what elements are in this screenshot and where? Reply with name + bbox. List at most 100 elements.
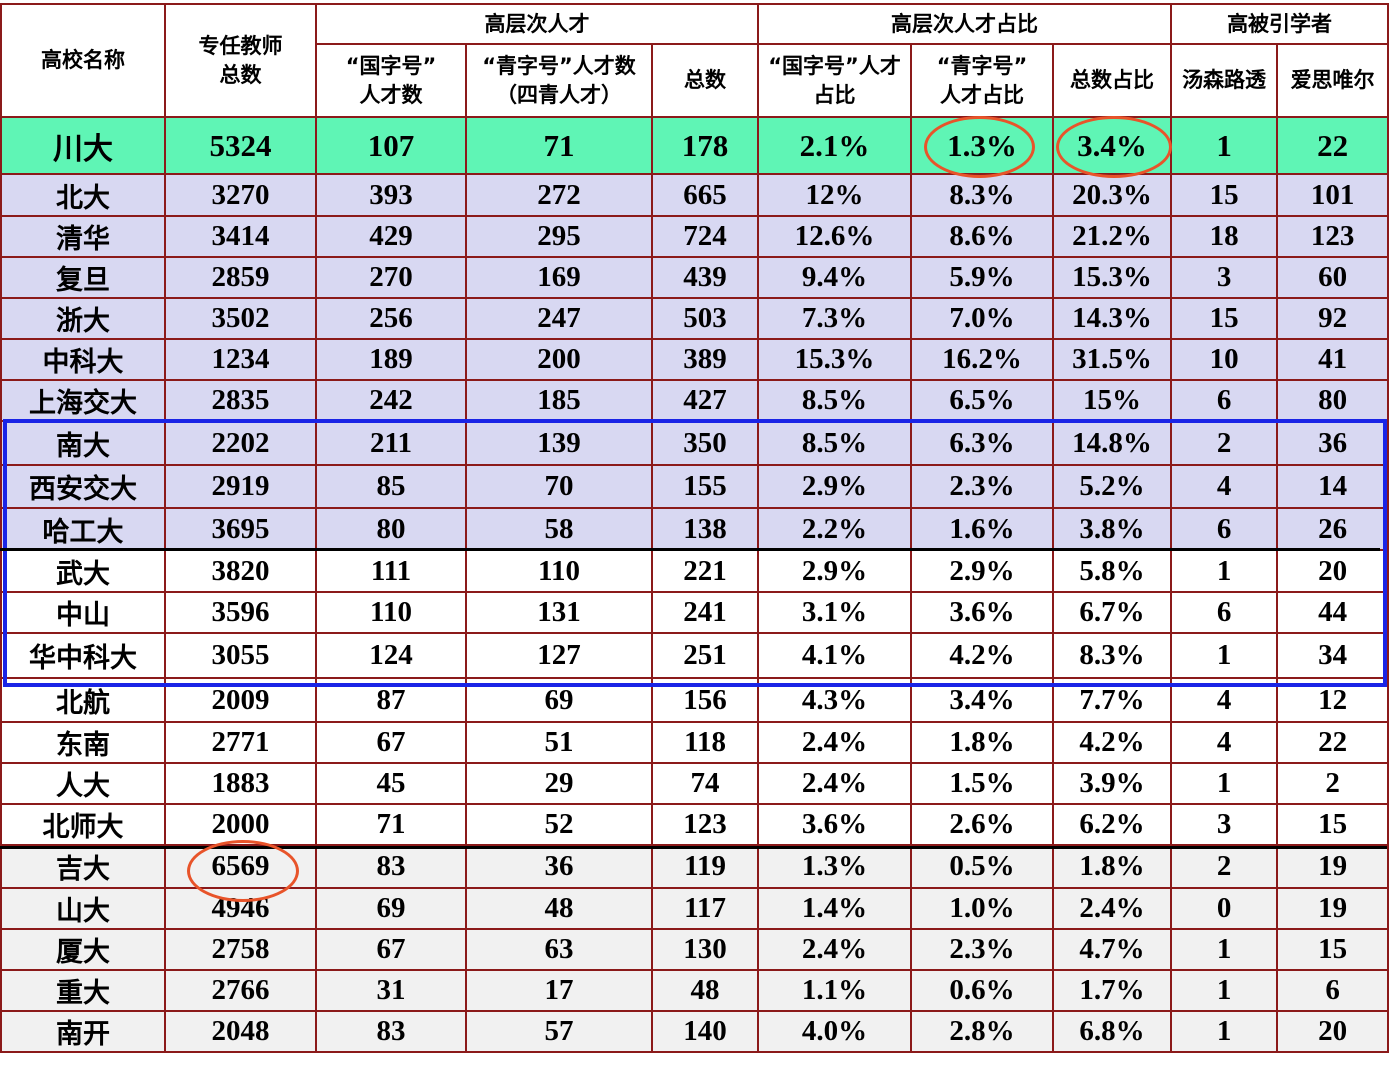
cell-elsevier: 22 xyxy=(1276,721,1390,764)
cell-total-ratio: 2.4% xyxy=(1052,887,1173,930)
cell-guozi-ratio: 1.1% xyxy=(757,969,913,1012)
table-row: 北师大 2000 71 52 123 3.6% 2.6% 6.2% 3 15 xyxy=(0,803,1390,846)
cell-elsevier: 2 xyxy=(1276,762,1390,805)
cell-qingzi-ratio: 1.6% xyxy=(910,507,1055,551)
cell-total-ratio: 8.3% xyxy=(1052,632,1173,679)
header-total-ratio: 总数占比 xyxy=(1052,43,1173,118)
cell-school-name: 北航 xyxy=(0,677,166,723)
cell-qingzi-count: 17 xyxy=(465,969,653,1012)
cell-qingzi-count: 200 xyxy=(465,338,653,381)
cell-elsevier: 123 xyxy=(1276,215,1390,258)
cell-elsevier: 6 xyxy=(1276,969,1390,1012)
cell-qingzi-ratio: 8.6% xyxy=(910,215,1055,258)
table-row: 哈工大 3695 80 58 138 2.2% 1.6% 3.8% 6 26 xyxy=(0,507,1390,551)
cell-guozi-ratio: 8.5% xyxy=(757,379,913,422)
cell-talent-total: 138 xyxy=(650,507,760,551)
header-guozi-count: “国字号” 人才数 xyxy=(315,43,467,118)
cell-total-ratio: 4.2% xyxy=(1052,721,1173,764)
cell-elsevier: 60 xyxy=(1276,256,1390,299)
cell-thomson-reuters: 1 xyxy=(1170,632,1279,679)
cell-qingzi-ratio: 2.9% xyxy=(910,549,1055,593)
cell-thomson-reuters: 2 xyxy=(1170,844,1279,889)
cell-elsevier: 15 xyxy=(1276,803,1390,846)
cell-school-name: 浙大 xyxy=(0,297,166,340)
cell-guozi-ratio: 2.9% xyxy=(757,464,913,509)
table-row: 上海交大 2835 242 185 427 8.5% 6.5% 15% 6 80 xyxy=(0,379,1390,422)
cell-guozi-count: 211 xyxy=(315,420,467,466)
cell-total-ratio: 3.9% xyxy=(1052,762,1173,805)
cell-guozi-ratio: 9.4% xyxy=(757,256,913,299)
cell-qingzi-ratio: 2.8% xyxy=(910,1010,1055,1053)
cell-thomson-reuters: 1 xyxy=(1170,969,1279,1012)
header-elsevier: 爱思唯尔 xyxy=(1276,43,1390,118)
cell-total-ratio: 6.2% xyxy=(1052,803,1173,846)
cell-elsevier: 36 xyxy=(1276,420,1390,466)
cell-total-ratio: 3.8% xyxy=(1052,507,1173,551)
cell-qingzi-count: 63 xyxy=(465,928,653,971)
cell-qingzi-ratio: 8.3% xyxy=(910,173,1055,217)
cell-school-name: 武大 xyxy=(0,549,166,593)
cell-thomson-reuters: 18 xyxy=(1170,215,1279,258)
cell-qingzi-ratio: 0.6% xyxy=(910,969,1055,1012)
cell-guozi-ratio: 4.3% xyxy=(757,677,913,723)
cell-talent-total: 118 xyxy=(650,721,760,764)
cell-teacher-total: 2766 xyxy=(164,969,317,1012)
cell-teacher-total: 2758 xyxy=(164,928,317,971)
cell-elsevier: 44 xyxy=(1276,591,1390,634)
cell-school-name: 东南 xyxy=(0,721,166,764)
cell-school-name: 吉大 xyxy=(0,844,166,889)
cell-qingzi-count: 295 xyxy=(465,215,653,258)
table-row: 中科大 1234 189 200 389 15.3% 16.2% 31.5% 10 41 xyxy=(0,338,1390,381)
cell-school-name: 西安交大 xyxy=(0,464,166,509)
cell-school-name: 北师大 xyxy=(0,803,166,846)
cell-total-ratio: 21.2% xyxy=(1052,215,1173,258)
cell-talent-total: 140 xyxy=(650,1010,760,1053)
cell-guozi-count: 85 xyxy=(315,464,467,509)
cell-school-name: 厦大 xyxy=(0,928,166,971)
cell-qingzi-ratio: 1.0% xyxy=(910,887,1055,930)
cell-school-name: 清华 xyxy=(0,215,166,258)
cell-elsevier: 34 xyxy=(1276,632,1390,679)
cell-total-ratio: 20.3% xyxy=(1052,173,1173,217)
cell-school-name: 北大 xyxy=(0,173,166,217)
cell-guozi-ratio: 12.6% xyxy=(757,215,913,258)
cell-qingzi-ratio: 1.5% xyxy=(910,762,1055,805)
cell-total-ratio: 15% xyxy=(1052,379,1173,422)
cell-guozi-count: 80 xyxy=(315,507,467,551)
cell-teacher-total: 4946 xyxy=(164,887,317,930)
table-row: 华中科大 3055 124 127 251 4.1% 4.2% 8.3% 1 34 xyxy=(0,632,1390,679)
cell-qingzi-ratio: 5.9% xyxy=(910,256,1055,299)
cell-guozi-ratio: 2.9% xyxy=(757,549,913,593)
cell-qingzi-ratio: 2.6% xyxy=(910,803,1055,846)
cell-guozi-count: 45 xyxy=(315,762,467,805)
cell-guozi-ratio: 1.3% xyxy=(757,844,913,889)
cell-teacher-total: 3414 xyxy=(164,215,317,258)
cell-school-name: 人大 xyxy=(0,762,166,805)
cell-thomson-reuters: 3 xyxy=(1170,256,1279,299)
cell-elsevier: 80 xyxy=(1276,379,1390,422)
cell-total-ratio: 5.8% xyxy=(1052,549,1173,593)
header-group-ratio: 高层次人才占比 xyxy=(757,3,1173,45)
cell-total-ratio: 3.4% xyxy=(1052,116,1173,175)
cell-teacher-total: 2919 xyxy=(164,464,317,509)
cell-guozi-count: 111 xyxy=(315,549,467,593)
table-row: 中山 3596 110 131 241 3.1% 3.6% 6.7% 6 44 xyxy=(0,591,1390,634)
cell-guozi-ratio: 2.4% xyxy=(757,762,913,805)
cell-guozi-count: 189 xyxy=(315,338,467,381)
cell-qingzi-count: 272 xyxy=(465,173,653,217)
cell-qingzi-count: 48 xyxy=(465,887,653,930)
cell-teacher-total: 3270 xyxy=(164,173,317,217)
cell-school-name: 华中科大 xyxy=(0,632,166,679)
cell-talent-total: 665 xyxy=(650,173,760,217)
header-qingzi-count: “青字号”人才数 （四青人才） xyxy=(465,43,653,118)
cell-teacher-total: 2009 xyxy=(164,677,317,723)
cell-thomson-reuters: 6 xyxy=(1170,379,1279,422)
table-row: 武大 3820 111 110 221 2.9% 2.9% 5.8% 1 20 xyxy=(0,549,1390,593)
cell-thomson-reuters: 10 xyxy=(1170,338,1279,381)
cell-teacher-total: 2048 xyxy=(164,1010,317,1053)
header-thomson-reuters: 汤森路透 xyxy=(1170,43,1279,118)
cell-guozi-ratio: 3.1% xyxy=(757,591,913,634)
university-talent-table-container: 高校名称 专任教师 总数 高层次人才 高层次人才占比 高被引学者 “国字号” 人… xyxy=(0,3,1390,1053)
cell-qingzi-count: 36 xyxy=(465,844,653,889)
cell-total-ratio: 15.3% xyxy=(1052,256,1173,299)
